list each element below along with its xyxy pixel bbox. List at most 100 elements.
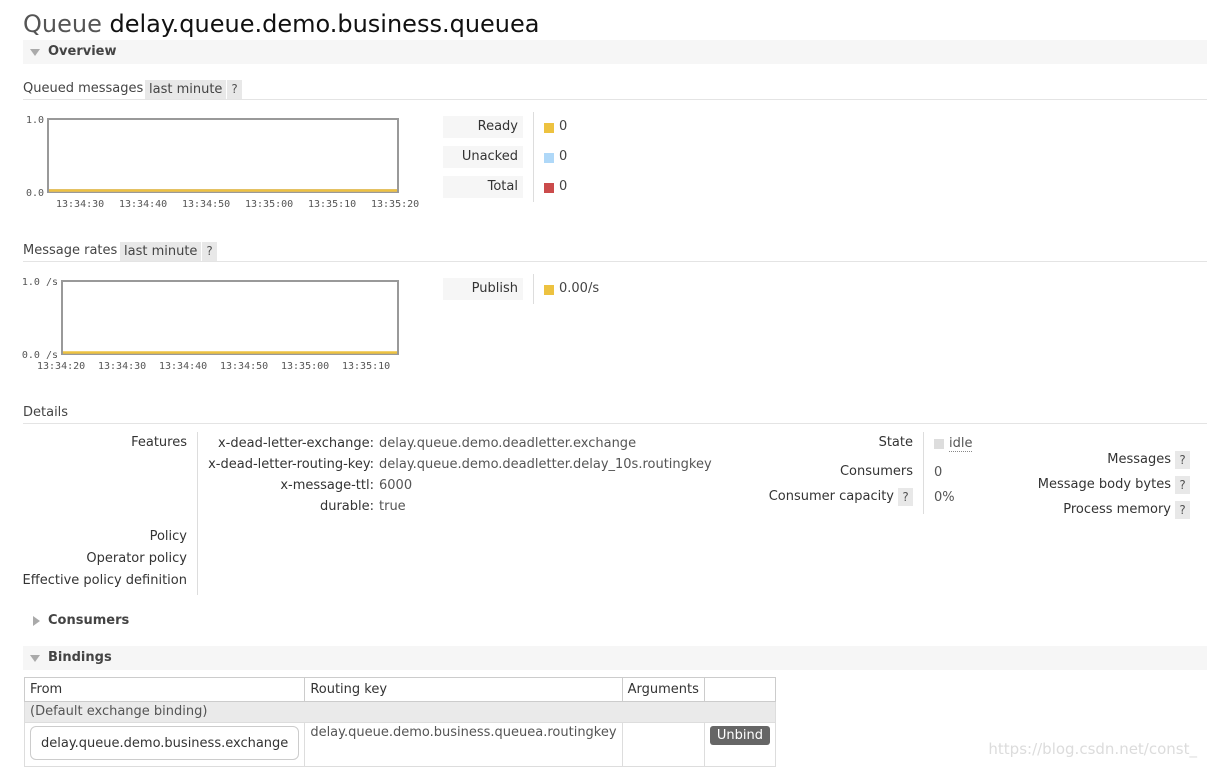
bindings-section-label: Bindings [48, 650, 112, 665]
expand-triangle-icon [33, 616, 40, 626]
legend-publish-label: Publish [443, 278, 523, 300]
legend-divider-rates [533, 274, 534, 304]
consumer-capacity-value: 0% [934, 490, 955, 505]
consumers-section-toggle[interactable]: Consumers [23, 609, 1207, 633]
bindings-section-toggle[interactable]: Bindings [23, 646, 1207, 670]
binding-from-exchange-link[interactable]: delay.queue.demo.business.exchange [30, 726, 300, 760]
message-rates-chart: 1.0 /s 0.0 /s 13:34:20 13:34:30 13:34:40 13:3… [20, 272, 430, 374]
consumers-label: Consumers [839, 464, 913, 479]
effective-policy-label: Effective policy definition [22, 573, 187, 588]
x-tick-label: 13:34:40 [159, 361, 207, 372]
default-binding-label: (Default exchange binding) [24, 701, 776, 723]
legend-unacked-swatch [544, 153, 554, 163]
queued-messages-help[interactable]: ? [227, 80, 242, 99]
queued-messages-title: Queued messages [23, 81, 144, 96]
feature-value-dlrk: delay.queue.demo.deadletter.delay_10s.ro… [379, 457, 712, 472]
col-arguments: Arguments [621, 677, 705, 702]
message-rates-title: Message rates [23, 243, 118, 258]
chart-svg: 1.0 /s 0.0 /s13:34:20 13:34:30 13:34:40 13:3… [22, 277, 399, 372]
queued-messages-heading: Queued messages last minute ? [23, 80, 1207, 100]
feature-value-dlx: delay.queue.demo.deadletter.exchange [379, 436, 637, 451]
state-value-text: idle [949, 436, 973, 452]
features-label: Features [131, 435, 187, 450]
legend-unacked-value: 0 [559, 149, 568, 164]
consumer-capacity-help[interactable]: ? [898, 488, 913, 506]
collapse-triangle-icon [30, 49, 40, 56]
legend-divider [533, 112, 534, 202]
overview-label: Overview [48, 44, 117, 59]
details-title: Details [23, 405, 69, 420]
message-rates-range[interactable]: last minute [120, 242, 202, 261]
legend-ready-swatch [544, 123, 554, 133]
legend-ready-value: 0 [559, 119, 568, 134]
page-title-prefix: Queue [23, 10, 102, 38]
chart-svg: 1.0 0.0 13:34:30 13:34:40 13:34:50 13:35:00 13… [26, 115, 419, 210]
message-rates-heading: Message rates last minute ? [23, 242, 1207, 262]
messages-help[interactable]: ? [1175, 451, 1190, 469]
state-label: State [878, 435, 913, 450]
legend-total-value: 0 [559, 179, 568, 194]
unbind-button[interactable]: Unbind [709, 726, 770, 745]
overview-section-toggle[interactable]: Overview [23, 40, 1207, 64]
state-value: idle [949, 436, 973, 452]
col-routing-key: Routing key [304, 677, 623, 702]
x-tick-label: 13:34:50 [220, 361, 268, 372]
queue-name: delay.queue.demo.business.queuea [109, 10, 540, 38]
feature-value-ttl: 6000 [379, 478, 413, 493]
default-binding-row: (Default exchange binding) [24, 701, 776, 723]
message-body-bytes-help[interactable]: ? [1175, 476, 1190, 494]
bindings-table: From Routing key Arguments (Default exch… [23, 677, 776, 767]
y-tick-label: 0.0 [26, 188, 44, 199]
plot-frame [47, 118, 399, 193]
process-memory-help[interactable]: ? [1175, 501, 1190, 519]
x-tick-label: 13:34:30 [98, 361, 146, 372]
feature-value-durable: true [379, 499, 406, 514]
feature-key-dlx: x-dead-letter-exchange: [217, 436, 374, 451]
x-tick-label: 13:35:10 [308, 199, 356, 210]
bindings-header-row: From Routing key Arguments [23, 677, 776, 702]
x-tick-label: 13:34:30 [56, 199, 104, 210]
x-tick-label: 13:34:40 [119, 199, 167, 210]
queued-messages-chart: 1.0 0.0 13:34:30 13:34:40 13:34:50 13:35:00 13… [20, 110, 430, 212]
y-tick-label: 1.0 /s [22, 277, 58, 288]
y-tick-label: 1.0 [26, 115, 44, 126]
x-tick-label: 13:34:20 [37, 361, 85, 372]
consumers-value: 0 [934, 465, 943, 480]
x-tick-label: 13:35:20 [371, 199, 419, 210]
feature-key-ttl: x-message-ttl: [280, 478, 374, 493]
col-actions [703, 677, 776, 702]
process-memory-label: Process memory [1063, 502, 1171, 517]
operator-policy-label: Operator policy [86, 551, 187, 566]
consumers-section-label: Consumers [48, 613, 130, 628]
col-from: From [23, 677, 306, 702]
x-tick-label: 13:35:00 [245, 199, 293, 210]
watermark: https://blog.csdn.net/const_ [988, 740, 1197, 758]
details-heading: Details [23, 404, 1207, 424]
legend-total-label: Total [443, 176, 523, 198]
message-body-bytes-label: Message body bytes [1037, 477, 1171, 492]
plot-frame [61, 280, 399, 355]
legend-publish-value: 0.00/s [559, 281, 600, 296]
x-tick-label: 13:34:50 [182, 199, 230, 210]
legend-total-swatch [544, 183, 554, 193]
binding-from-cell: delay.queue.demo.business.exchange [23, 722, 306, 767]
legend-unacked-label: Unacked [443, 146, 523, 168]
x-tick-label: 13:35:00 [281, 361, 329, 372]
binding-action-cell: Unbind [703, 722, 776, 767]
consumer-capacity-label: Consumer capacity [768, 489, 894, 504]
messages-label: Messages [1107, 452, 1171, 467]
queued-messages-range[interactable]: last minute [145, 80, 227, 99]
x-tick-label: 13:35:10 [342, 361, 390, 372]
binding-routing-key: delay.queue.demo.business.queuea.routing… [304, 722, 623, 767]
policy-label: Policy [149, 529, 187, 544]
page-title: Queue delay.queue.demo.business.queuea [23, 10, 539, 38]
collapse-triangle-icon [30, 655, 40, 662]
details-divider-mid [923, 432, 924, 514]
table-row: delay.queue.demo.business.exchange delay… [23, 722, 776, 767]
details-divider-left [197, 432, 198, 595]
message-rates-help[interactable]: ? [202, 242, 217, 261]
y-tick-label: 0.0 /s [22, 350, 58, 361]
feature-key-dlrk: x-dead-letter-routing-key: [208, 457, 374, 472]
legend-ready-label: Ready [443, 116, 523, 138]
state-idle-icon [934, 439, 944, 449]
